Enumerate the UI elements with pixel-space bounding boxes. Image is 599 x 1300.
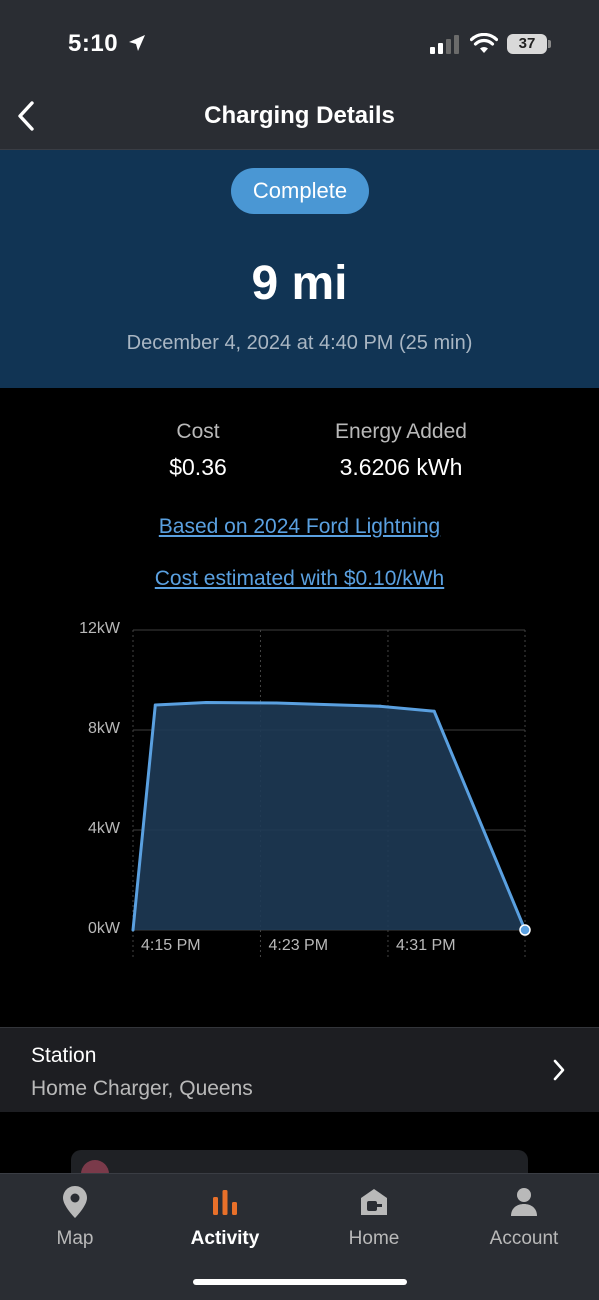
person-icon — [511, 1188, 537, 1216]
cost-label: Cost — [176, 420, 220, 443]
activity-bars-icon — [213, 1190, 237, 1215]
home-indicator — [193, 1279, 407, 1285]
station-label: Station — [31, 1044, 97, 1067]
station-row[interactable]: Station Home Charger, Queens — [0, 1027, 599, 1112]
status-time: 5:10 — [68, 30, 119, 57]
cost-stat: Cost $0.36 — [138, 420, 258, 481]
y-tick-label: 0kW — [88, 920, 120, 937]
session-summary: Complete 9 mi December 4, 2024 at 4:40 P… — [0, 150, 599, 388]
tab-activity[interactable]: Activity — [150, 1184, 300, 1250]
power-point — [378, 704, 382, 708]
navigation-bar: Charging Details — [0, 82, 599, 150]
tab-account-label: Account — [489, 1228, 559, 1249]
power-chart: 12kW 8kW 4kW 0kW 4:15 PM 4:23 PM 4:31 PM — [0, 610, 599, 970]
energy-label: Energy Added — [335, 420, 467, 443]
map-pin-icon — [63, 1186, 87, 1218]
power-point — [131, 928, 135, 932]
tab-map-label: Map — [56, 1228, 94, 1249]
location-arrow-icon — [129, 35, 145, 51]
session-date: December 4, 2024 at 4:40 PM (25 min) — [126, 332, 473, 354]
x-tick-label: 4:23 PM — [268, 937, 329, 954]
y-tick-label: 8kW — [88, 720, 120, 737]
power-point — [274, 701, 278, 705]
battery-indicator: 37 — [507, 34, 547, 54]
y-tick-label: 12kW — [79, 620, 120, 637]
power-area — [133, 702, 525, 930]
tab-account[interactable]: Account — [449, 1184, 599, 1250]
x-tick-label: 4:31 PM — [395, 937, 456, 954]
status-badge: Complete — [231, 168, 369, 214]
power-point — [204, 701, 208, 704]
power-point — [432, 709, 436, 713]
cellular-signal-icon — [430, 35, 459, 54]
rate-link[interactable]: Cost estimated with $0.10/kWh — [0, 567, 599, 591]
chevron-right-icon — [553, 1059, 565, 1081]
station-name: Home Charger, Queens — [31, 1077, 253, 1100]
tab-activity-label: Activity — [190, 1228, 260, 1249]
vehicle-link[interactable]: Based on 2024 Ford Lightning — [0, 515, 599, 539]
tab-map[interactable]: Map — [0, 1184, 150, 1250]
energy-value: 3.6206 kWh — [339, 454, 463, 480]
tab-home[interactable]: Home — [299, 1184, 449, 1250]
cost-value: $0.36 — [169, 454, 227, 480]
power-point — [153, 703, 157, 707]
battery-tip — [548, 40, 551, 48]
distance-value: 9 mi — [251, 257, 348, 310]
energy-stat: Energy Added 3.6206 kWh — [300, 420, 502, 481]
stats-row: Cost $0.36 Energy Added 3.6206 kWh — [0, 420, 599, 490]
status-bar: 5:10 37 — [0, 0, 599, 82]
y-tick-label: 4kW — [88, 820, 120, 837]
tab-home-label: Home — [348, 1228, 400, 1249]
wifi-icon — [470, 33, 498, 53]
page-title: Charging Details — [204, 102, 395, 129]
x-tick-label: 4:15 PM — [141, 937, 201, 954]
power-chart-svg — [131, 629, 531, 958]
power-point — [519, 924, 531, 936]
home-charger-icon — [361, 1189, 387, 1215]
